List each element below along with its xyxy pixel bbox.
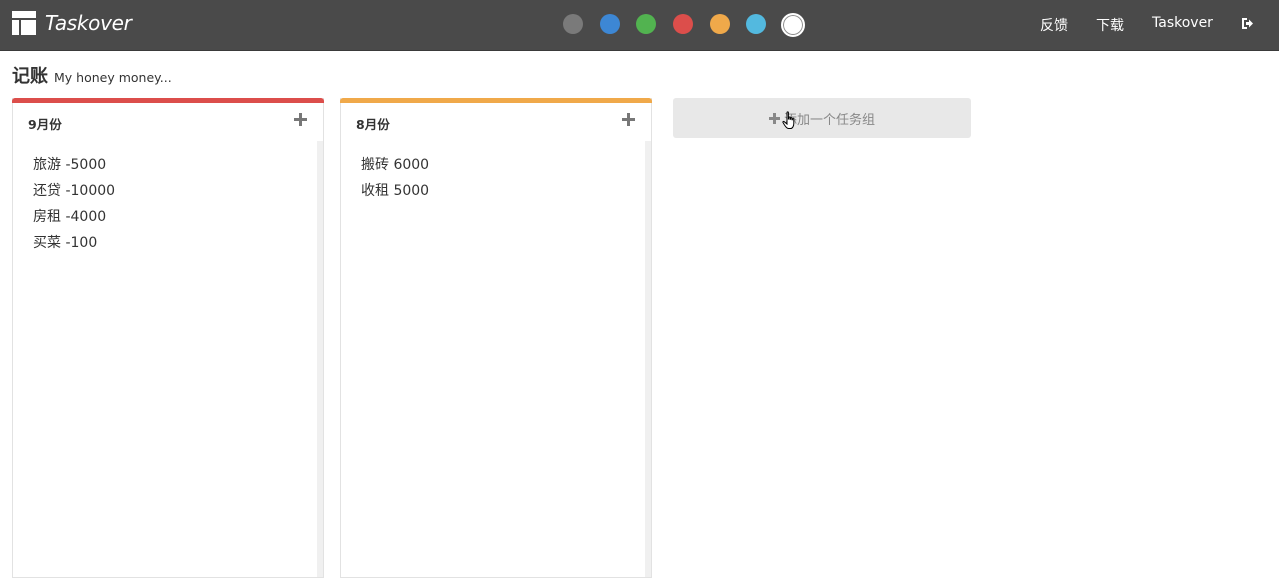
color-swatch-cyan[interactable] [746, 14, 766, 34]
board-subtitle[interactable]: My honey money... [54, 70, 172, 85]
add-task-button[interactable] [622, 113, 635, 126]
add-task-group-button[interactable]: 添加一个任务组 [673, 98, 971, 138]
color-swatch-blue[interactable] [600, 14, 620, 34]
task-item[interactable]: 收租 5000 [361, 181, 429, 207]
task-group-column: 9月份 旅游 -5000 还贷 -10000 房租 -4000 买菜 -100 [12, 98, 324, 578]
layout-icon [12, 11, 36, 35]
sign-out-icon[interactable] [1241, 17, 1254, 30]
color-swatch-red[interactable] [673, 14, 693, 34]
feedback-link[interactable]: 反馈 [1040, 15, 1068, 35]
task-item[interactable]: 房租 -4000 [33, 207, 115, 233]
task-item[interactable]: 搬砖 6000 [361, 155, 429, 181]
top-bar: Taskover 反馈 下载 Taskover [0, 0, 1279, 51]
board-heading: 记账 My honey money... [12, 62, 172, 88]
task-item[interactable]: 旅游 -5000 [33, 155, 115, 181]
column-header: 9月份 [13, 103, 323, 141]
board-title[interactable]: 记账 [12, 62, 48, 88]
column-scrollbar[interactable] [645, 141, 651, 577]
column-header: 8月份 [341, 103, 651, 141]
column-title[interactable]: 8月份 [356, 114, 390, 133]
brand-name: Taskover [45, 11, 132, 35]
task-item[interactable]: 还贷 -10000 [33, 181, 115, 207]
brand-logo[interactable]: Taskover [12, 11, 132, 35]
color-swatch-green[interactable] [636, 14, 656, 34]
task-group-column: 8月份 搬砖 6000 收租 5000 [340, 98, 652, 578]
task-item[interactable]: 买菜 -100 [33, 233, 115, 259]
color-swatch-orange[interactable] [710, 14, 730, 34]
plus-icon [768, 112, 780, 124]
download-link[interactable]: 下载 [1096, 15, 1124, 35]
color-swatch-white[interactable] [781, 13, 805, 37]
add-task-button[interactable] [294, 113, 307, 126]
user-menu-link[interactable]: Taskover [1152, 15, 1213, 31]
column-scrollbar[interactable] [317, 141, 323, 577]
task-list: 旅游 -5000 还贷 -10000 房租 -4000 买菜 -100 [33, 155, 115, 259]
column-title[interactable]: 9月份 [28, 114, 62, 133]
task-list: 搬砖 6000 收租 5000 [361, 155, 429, 207]
add-task-group-label: 添加一个任务组 [783, 112, 875, 128]
color-swatch-gray[interactable] [563, 14, 583, 34]
